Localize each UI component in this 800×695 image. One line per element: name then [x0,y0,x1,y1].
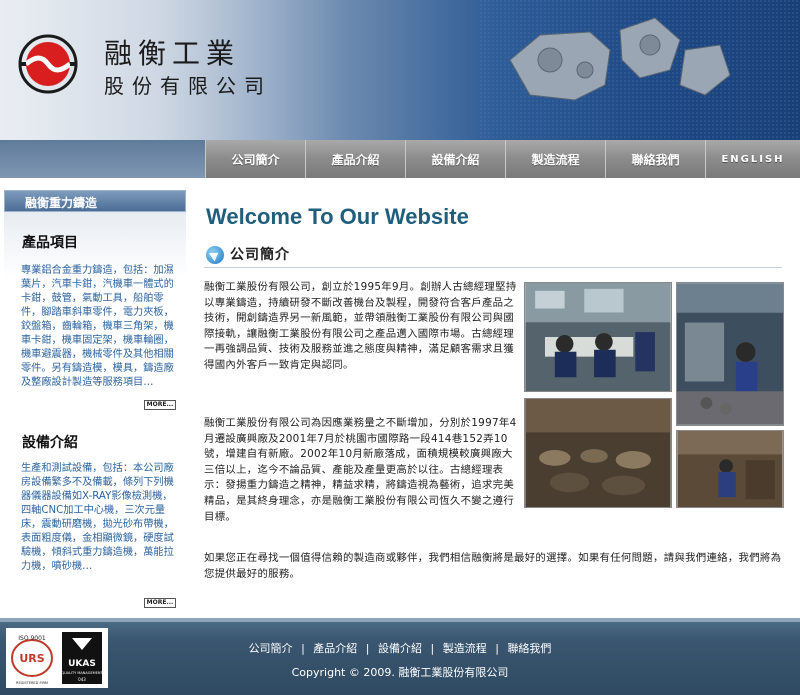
casting-worker-photo [676,430,784,508]
brand-name-line2: 股份有限公司 [104,74,272,98]
footer-link-products[interactable]: 產品介紹 [313,642,357,655]
footer-link-equipment[interactable]: 設備介紹 [378,642,422,655]
nav-english[interactable]: ENGLISH [705,140,800,178]
arrow-circle-icon [206,246,224,264]
footer-link-contact[interactable]: 聯絡我們 [507,642,551,655]
equipment-heading: 設備介紹 [22,435,78,451]
nav-equipment[interactable]: 設備介紹 [405,140,505,178]
factory-workers-photo [676,282,784,426]
products-text: 專業鋁合金重力鑄造，包括：加濕葉片，汽車卡鉗，汽機車一體式的卡鉗，鼓管，氣動工具… [21,265,174,388]
section-title-text: 公司簡介 [230,247,290,263]
urs-sub-text: REGISTERED FIRM [16,681,48,685]
copyright-text: Copyright © 2009. 融衡工業股份有限公司 [291,666,509,679]
nav-about[interactable]: 公司簡介 [205,140,305,178]
intro-paragraph-3: 如果您正在尋找一個值得信賴的製造商或夥伴，我們相信融衡將是最好的選擇。如果有任何… [204,552,782,580]
main-content: Welcome To Our Website 公司簡介 融衡工業股份有限公司，創… [198,190,798,610]
site-header: 融衡工業 股份有限公司 [0,0,800,140]
office-photo [524,282,672,392]
equipment-text: 生產和測試設備，包括：本公司廠房設備繁多不及備載，條列下列機器儀器設備如X-RA… [21,463,174,572]
section-title: 公司簡介 [204,244,782,268]
products-heading: 產品項目 [22,235,78,251]
footer-separator: | [430,642,435,655]
page: 融衡工業 股份有限公司 公司簡介 產品介紹 設備介紹 製造流程 聯絡我們 ENG… [0,0,800,695]
footer-link-process[interactable]: 製造流程 [443,642,487,655]
products-more-button[interactable]: MORE... [144,400,176,410]
footer-separator: | [301,642,305,655]
nav-process[interactable]: 製造流程 [505,140,605,178]
site-footer: ISO 9001 URS REGISTERED FIRM UKAS QUALIT… [0,618,800,695]
equipment-more-button[interactable]: MORE... [144,598,176,608]
footer-links: 公司簡介 | 產品介紹 | 設備介紹 | 製造流程 | 聯絡我們 [0,640,800,656]
intro-paragraph-1: 融衡工業股份有限公司，創立於1995年9月。創辦人古總經理堅持以專業鑄造，持續研… [204,281,517,371]
footer-link-about[interactable]: 公司簡介 [249,642,293,655]
company-logo[interactable]: 融衡工業 股份有限公司 [18,28,318,98]
footer-separator: | [365,642,370,655]
sidebar: 融衡重力鑄造 產品項目 專業鋁合金重力鑄造，包括：加濕葉片，汽車卡鉗，汽機車一體… [0,178,190,624]
welcome-heading: Welcome To Our Website [206,204,469,229]
intro-paragraph-2: 融衡工業股份有限公司為因應業務量之不斷增加，分別於1997年4月遷設廣興廠及20… [204,417,517,523]
brand-name-line1: 融衡工業 [104,37,241,70]
header-machine-parts-image [480,0,800,140]
main-nav: 公司簡介 產品介紹 設備介紹 製造流程 聯絡我們 ENGLISH [0,140,800,178]
logo-mark-icon [18,34,78,94]
sidebar-panel: 產品項目 專業鋁合金重力鑄造，包括：加濕葉片，汽車卡鉗，汽機車一體式的卡鉗，鼓管… [4,212,186,624]
workshop-molds-photo [524,398,672,508]
footer-separator: | [495,642,499,655]
nav-contact[interactable]: 聯絡我們 [605,140,705,178]
nav-products[interactable]: 產品介紹 [305,140,405,178]
sidebar-tab[interactable]: 融衡重力鑄造 [4,190,186,212]
